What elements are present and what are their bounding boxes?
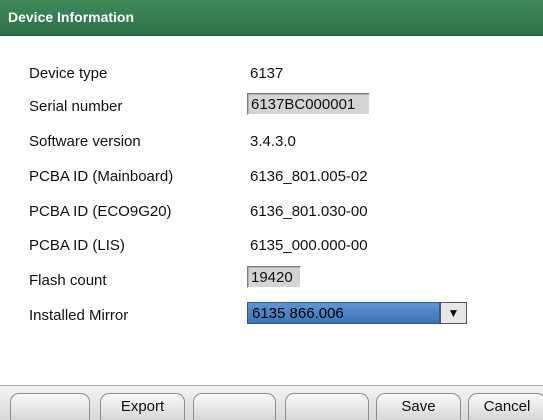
installed-mirror-dropdown[interactable]: 6135 866.006 ▼ xyxy=(247,302,467,324)
footer-button-1[interactable] xyxy=(10,393,90,420)
dropdown-arrow-button[interactable]: ▼ xyxy=(440,302,467,324)
row-installed-mirror: Installed Mirror 6135 866.006 ▼ xyxy=(0,302,543,326)
pcba-mainboard-value: 6136_801.005-02 xyxy=(250,168,368,185)
pcba-eco9g20-value: 6136_801.030-00 xyxy=(250,203,368,220)
flash-count-label: Flash count xyxy=(29,272,107,289)
row-software-version: Software version 3.4.3.0 xyxy=(0,130,543,154)
row-device-type: Device type 6137 xyxy=(0,62,543,86)
pcba-lis-value: 6135_000.000-00 xyxy=(250,237,368,254)
pcba-eco9g20-label: PCBA ID (ECO9G20) xyxy=(29,203,172,220)
title-bar: Device Information xyxy=(0,0,543,36)
footer-button-bar: Export Save Cancel xyxy=(0,385,543,420)
installed-mirror-value[interactable]: 6135 866.006 xyxy=(247,302,440,324)
window-title: Device Information xyxy=(8,9,135,25)
device-type-value: 6137 xyxy=(250,65,284,82)
footer-button-4[interactable] xyxy=(285,393,369,420)
flash-count-field[interactable]: 19420 xyxy=(247,266,301,288)
device-type-label: Device type xyxy=(29,65,108,82)
serial-number-field[interactable]: 6137BC000001 xyxy=(247,93,370,115)
pcba-mainboard-label: PCBA ID (Mainboard) xyxy=(29,168,174,185)
row-serial-number: Serial number 6137BC000001 xyxy=(0,93,543,117)
row-pcba-eco9g20: PCBA ID (ECO9G20) 6136_801.030-00 xyxy=(0,200,543,224)
cancel-button[interactable]: Cancel xyxy=(468,393,543,420)
triangle-down-icon: ▼ xyxy=(447,306,460,320)
row-flash-count: Flash count 19420 xyxy=(0,266,543,290)
installed-mirror-label: Installed Mirror xyxy=(29,307,129,324)
row-pcba-mainboard: PCBA ID (Mainboard) 6136_801.005-02 xyxy=(0,165,543,189)
save-button[interactable]: Save xyxy=(376,393,461,420)
pcba-lis-label: PCBA ID (LIS) xyxy=(29,237,125,254)
software-version-label: Software version xyxy=(29,133,141,150)
software-version-value: 3.4.3.0 xyxy=(250,133,296,150)
footer-button-3[interactable] xyxy=(193,393,276,420)
export-button[interactable]: Export xyxy=(100,393,185,420)
row-pcba-lis: PCBA ID (LIS) 6135_000.000-00 xyxy=(0,234,543,258)
serial-number-label: Serial number xyxy=(29,98,123,115)
